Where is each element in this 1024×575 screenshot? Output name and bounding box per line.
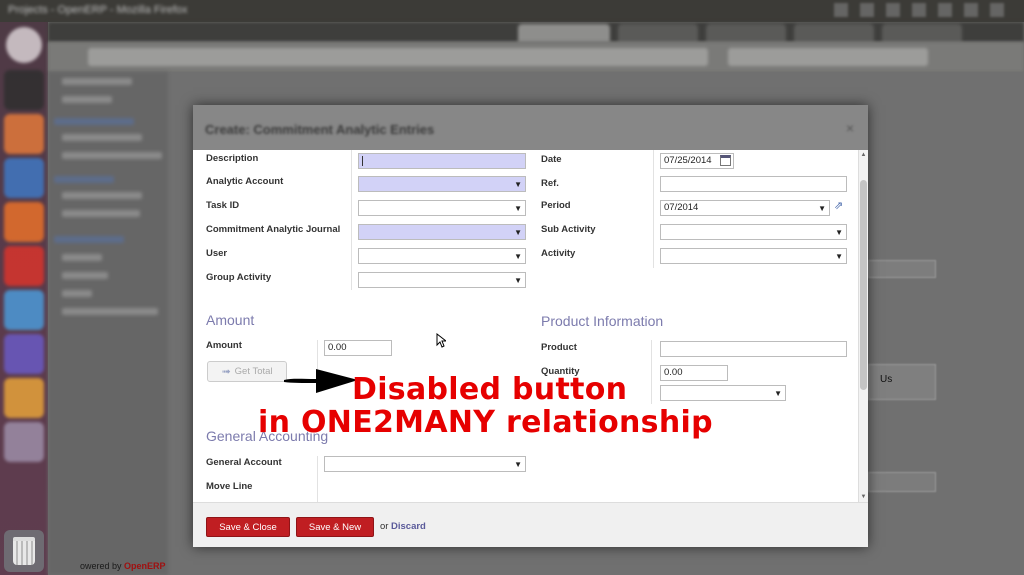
period-select[interactable]: 07/2014 ▼ (660, 200, 830, 216)
annotation-line-2: in ONE2MANY relationship (258, 405, 713, 440)
general-account-label: General Account (206, 457, 282, 468)
chevron-down-icon: ▼ (514, 204, 522, 213)
files-icon[interactable] (4, 114, 44, 154)
task-id-label: Task ID (206, 200, 240, 211)
analytic-account-label: Analytic Account (206, 176, 284, 187)
window-title: Projects - OpenERP - Mozilla Firefox (8, 4, 188, 16)
quantity-input[interactable]: 0.00 (660, 365, 728, 381)
analytic-account-select[interactable]: ▼ (358, 176, 526, 192)
save-new-button[interactable]: Save & New (296, 517, 374, 537)
amount-section-title: Amount (206, 312, 255, 328)
date-label: Date (541, 154, 562, 165)
sub-activity-label: Sub Activity (541, 224, 596, 235)
chevron-down-icon: ▼ (514, 276, 522, 285)
dialog-body: Description Analytic Account ▼ Task ID ▼… (193, 150, 858, 502)
dialog-footer: Save & Close Save & New or Discard (193, 502, 868, 547)
save-close-button[interactable]: Save & Close (206, 517, 290, 537)
background-column-label: Us (880, 374, 893, 385)
annotation-line-1: Disabled button (352, 372, 628, 407)
openerp-link[interactable]: OpenERP (124, 561, 166, 571)
get-total-button: ➟ Get Total (207, 361, 287, 382)
commitment-journal-label: Commitment Analytic Journal (206, 224, 341, 235)
amount-label: Amount (206, 340, 242, 351)
user-label: User (206, 248, 228, 259)
amount-input[interactable]: 0.00 (324, 340, 392, 356)
chevron-down-icon: ▼ (514, 180, 522, 189)
commitment-journal-select[interactable]: ▼ (358, 224, 526, 240)
annotation-arrow-icon (284, 369, 358, 393)
text-editor-icon[interactable] (4, 158, 44, 198)
activity-label: Activity (541, 248, 576, 259)
uom-select[interactable]: ▼ (660, 385, 786, 401)
app-icon[interactable] (4, 290, 44, 330)
product-input[interactable] (660, 341, 847, 357)
app-icon[interactable] (4, 378, 44, 418)
calendar-icon[interactable] (720, 155, 731, 166)
dialog-scrollbar[interactable]: ▲ ▼ (858, 150, 868, 502)
date-input[interactable]: 07/25/2014 (660, 153, 734, 169)
ref-input[interactable] (660, 176, 847, 192)
product-section-title: Product Information (541, 313, 664, 329)
create-dialog: Create: Commitment Analytic Entries × De… (193, 105, 868, 547)
chevron-down-icon: ▼ (514, 228, 522, 237)
group-activity-label: Group Activity (206, 272, 272, 283)
external-link-icon[interactable]: ⇗ (834, 199, 843, 212)
system-indicators (834, 3, 1014, 17)
browser-tabs (48, 22, 1024, 42)
firefox-icon[interactable] (4, 202, 44, 242)
move-line-label: Move Line (206, 481, 253, 492)
user-select[interactable]: ▼ (358, 248, 526, 264)
address-bar[interactable] (48, 42, 1024, 72)
period-label: Period (541, 200, 571, 211)
dash-home-icon[interactable] (6, 27, 42, 63)
chevron-down-icon: ▼ (835, 228, 843, 237)
task-id-select[interactable]: ▼ (358, 200, 526, 216)
group-activity-select[interactable]: ▼ (358, 272, 526, 288)
activity-select[interactable]: ▼ (660, 248, 847, 264)
scroll-up-icon[interactable]: ▲ (860, 152, 867, 158)
tag-icon: ➟ (221, 366, 231, 378)
unity-launcher (0, 22, 48, 575)
chevron-down-icon: ▼ (774, 389, 782, 398)
chevron-down-icon: ▼ (514, 460, 522, 469)
or-text: or (380, 521, 389, 532)
scroll-thumb[interactable] (860, 180, 867, 390)
mouse-pointer-icon (436, 333, 446, 348)
ubuntu-software-icon[interactable] (4, 246, 44, 286)
dialog-title: Create: Commitment Analytic Entries (205, 122, 435, 137)
background-form-area: Us (868, 72, 1024, 575)
description-label: Description (206, 153, 259, 164)
workspace-icon[interactable] (4, 70, 44, 110)
powered-by-footer: owered by OpenERP (80, 561, 166, 571)
scroll-down-icon[interactable]: ▼ (860, 494, 867, 500)
discard-link[interactable]: Discard (391, 521, 426, 532)
chevron-down-icon: ▼ (514, 252, 522, 261)
dialog-header: Create: Commitment Analytic Entries × (193, 105, 868, 150)
ref-label: Ref. (541, 178, 559, 189)
description-input[interactable] (358, 153, 526, 169)
app-icon[interactable] (4, 334, 44, 374)
trash-icon[interactable] (4, 530, 44, 572)
chevron-down-icon: ▼ (818, 204, 826, 213)
general-account-select[interactable]: ▼ (324, 456, 526, 472)
chevron-down-icon: ▼ (835, 252, 843, 261)
close-icon[interactable]: × (846, 120, 854, 136)
app-icon[interactable] (4, 422, 44, 462)
sub-activity-select[interactable]: ▼ (660, 224, 847, 240)
system-top-bar: Projects - OpenERP - Mozilla Firefox (0, 0, 1024, 22)
product-label: Product (541, 342, 577, 353)
